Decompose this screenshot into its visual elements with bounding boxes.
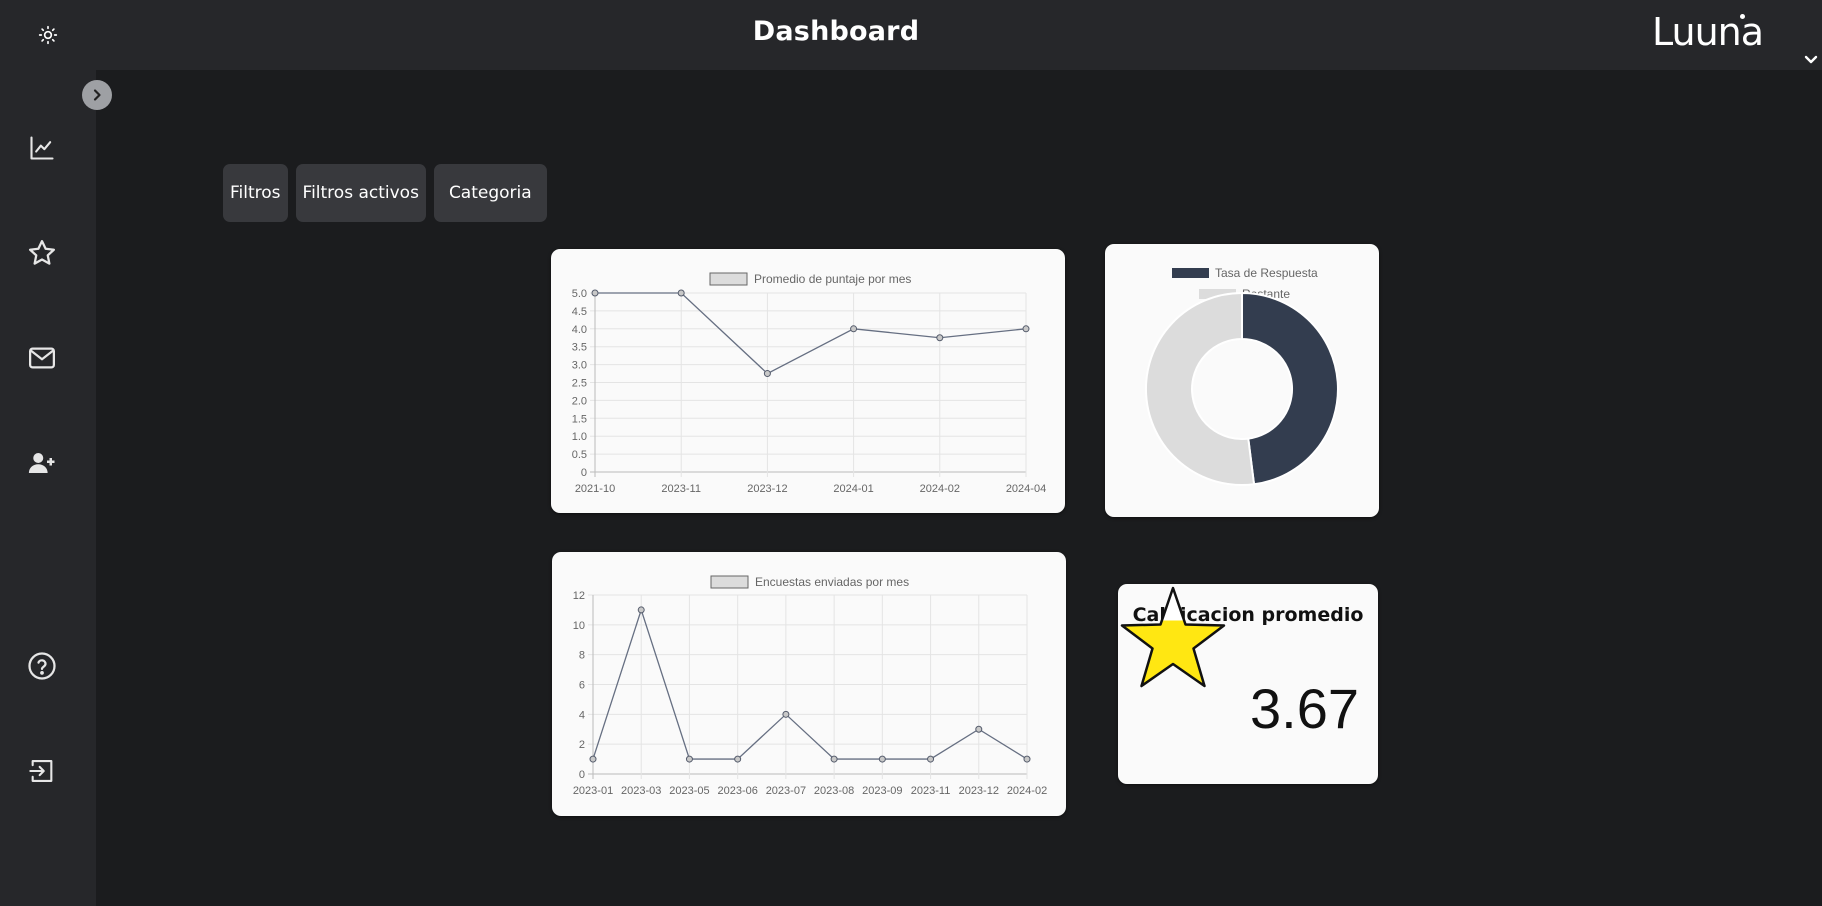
y-tick-label: 0.5 <box>572 449 587 461</box>
categoria-button[interactable]: Categoria <box>433 164 547 222</box>
chevron-down-icon[interactable] <box>1803 52 1819 66</box>
legend-swatch-response <box>1172 268 1209 278</box>
y-tick-label: 2.0 <box>572 395 587 407</box>
page-title: Dashboard <box>752 16 920 47</box>
x-tick-label: 2023-11 <box>661 483 701 495</box>
y-tick-label: 12 <box>573 590 585 602</box>
legend-label: Promedio de puntaje por mes <box>754 272 911 286</box>
legend-label-response: Tasa de Respuesta <box>1215 266 1318 280</box>
x-tick-label: 2023-09 <box>862 785 902 797</box>
y-tick-label: 2 <box>579 739 585 751</box>
x-tick-label: 2021-10 <box>575 483 615 495</box>
user-plus-icon[interactable] <box>24 445 60 481</box>
legend-label: Encuestas enviadas por mes <box>755 575 909 589</box>
data-point <box>677 289 685 297</box>
y-tick-label: 4.0 <box>572 324 587 336</box>
y-tick-label: 3.5 <box>572 342 587 354</box>
data-point <box>975 725 983 733</box>
sidebar-collapse-button[interactable] <box>82 80 112 110</box>
star-icon[interactable] <box>24 235 60 271</box>
data-point <box>1023 755 1031 763</box>
legend-swatch <box>709 272 748 286</box>
top-bar: Dashboard Luuna <box>0 0 1822 70</box>
rating-value: 3.67 <box>1250 677 1359 740</box>
data-point <box>763 370 771 378</box>
data-point <box>830 755 838 763</box>
x-tick-label: 2023-05 <box>669 785 709 797</box>
legend-swatch <box>710 575 749 589</box>
rating-star-icon <box>1120 586 1226 688</box>
y-tick-label: 1.0 <box>572 431 587 443</box>
x-tick-label: 2024-04 <box>1006 483 1046 495</box>
y-tick-label: 6 <box>579 680 585 692</box>
x-tick-label: 2024-02 <box>1007 785 1047 797</box>
y-tick-label: 1.5 <box>572 413 587 425</box>
donut-slice-response <box>1241 291 1339 486</box>
series-line <box>595 292 1027 375</box>
y-tick-label: 8 <box>579 650 585 662</box>
filter-bar: Filtros Filtros activos Categoria <box>223 164 547 222</box>
filtros-button[interactable]: Filtros <box>223 164 288 222</box>
donut-slice-remaining <box>1144 291 1256 486</box>
logo-dot <box>1740 14 1745 19</box>
data-point <box>936 334 944 342</box>
data-point <box>927 755 935 763</box>
data-point <box>782 710 790 718</box>
data-point <box>878 755 886 763</box>
chevron-right-icon <box>93 89 101 101</box>
y-tick-label: 0 <box>581 467 587 479</box>
x-tick-label: 2024-01 <box>833 483 873 495</box>
x-tick-label: 2024-02 <box>920 483 960 495</box>
y-tick-label: 2.5 <box>572 378 587 390</box>
data-point <box>734 755 742 763</box>
data-point <box>591 289 599 297</box>
x-tick-label: 2023-07 <box>766 785 806 797</box>
surveys-chart-card: Encuestas enviadas por mes 12 10 8 6 4 2 0 2023-… <box>552 552 1066 816</box>
data-point <box>589 755 597 763</box>
x-tick-label: 2023-03 <box>621 785 661 797</box>
data-point <box>850 325 858 333</box>
logout-icon[interactable] <box>24 753 60 789</box>
help-circle-icon[interactable] <box>24 648 60 684</box>
y-tick-label: 5.0 <box>572 288 587 300</box>
y-tick-label: 3.0 <box>572 360 587 372</box>
response-rate-doughnut-chart: Tasa de RespuestaRestante <box>1144 266 1339 486</box>
x-tick-label: 2023-12 <box>959 785 999 797</box>
data-point <box>637 606 645 614</box>
x-tick-label: 2023-06 <box>717 785 757 797</box>
x-tick-label: 2023-08 <box>814 785 854 797</box>
chart-line-icon[interactable] <box>24 130 60 166</box>
sidebar <box>0 70 96 906</box>
average-rating-card: Calificacion promedio 3.67 <box>1118 584 1378 784</box>
response-rate-card: Tasa de Respuesta Restante <box>1105 244 1379 517</box>
y-tick-label: 4 <box>579 709 585 721</box>
data-point <box>1022 325 1030 333</box>
data-point <box>685 755 693 763</box>
filtros-activos-button[interactable]: Filtros activos <box>295 164 426 222</box>
score-line-chart: Promedio de puntaje por mes 5.0 4.5 4.0 3.5 3… <box>572 272 1046 495</box>
surveys-line-chart: Encuestas enviadas por mes 12 10 8 6 4 2 0 2023-… <box>573 575 1047 797</box>
mail-icon[interactable] <box>24 340 60 376</box>
y-tick-label: 4.5 <box>572 306 587 318</box>
brand-logo: Luuna <box>1652 10 1764 54</box>
x-tick-label: 2023-12 <box>747 483 787 495</box>
y-tick-label: 10 <box>573 620 585 632</box>
y-tick-label: 0 <box>579 769 585 781</box>
x-tick-label: 2023-11 <box>911 785 951 797</box>
x-tick-label: 2023-01 <box>573 785 613 797</box>
score-chart-card: Promedio de puntaje por mes 5.0 4.5 4.0 3.5 3… <box>551 249 1065 513</box>
